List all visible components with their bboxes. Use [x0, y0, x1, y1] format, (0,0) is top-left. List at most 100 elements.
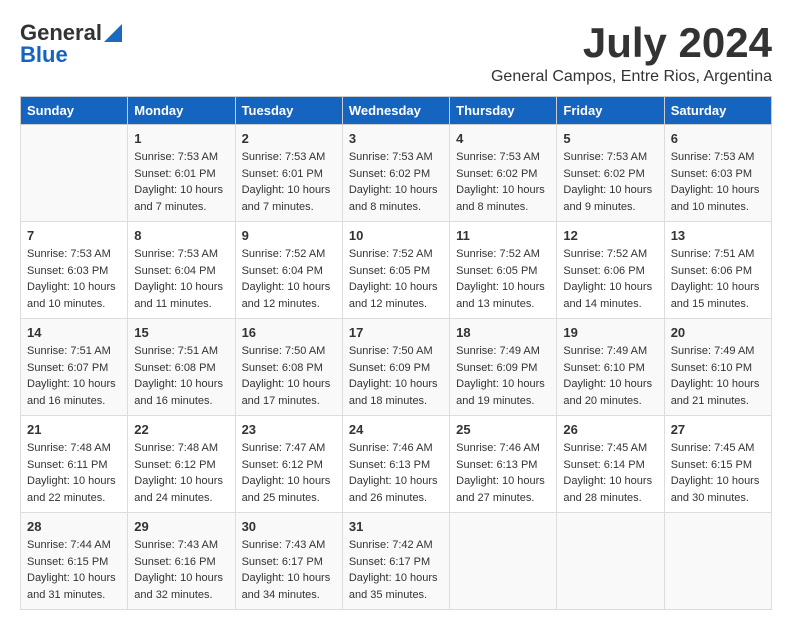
day-info: Sunrise: 7:48 AMSunset: 6:12 PMDaylight:… [134, 440, 228, 506]
day-number: 5 [563, 131, 657, 146]
day-info: Sunrise: 7:53 AMSunset: 6:03 PMDaylight:… [27, 246, 121, 312]
sunset-text: Sunset: 6:06 PM [671, 265, 752, 277]
calendar-cell: 1Sunrise: 7:53 AMSunset: 6:01 PMDaylight… [128, 125, 235, 222]
sunrise-text: Sunrise: 7:45 AM [671, 442, 755, 454]
calendar-cell: 15Sunrise: 7:51 AMSunset: 6:08 PMDayligh… [128, 319, 235, 416]
calendar-cell: 16Sunrise: 7:50 AMSunset: 6:08 PMDayligh… [235, 319, 342, 416]
sunrise-text: Sunrise: 7:51 AM [134, 345, 218, 357]
calendar-cell: 28Sunrise: 7:44 AMSunset: 6:15 PMDayligh… [21, 513, 128, 610]
daylight-text: Daylight: 10 hours and 26 minutes. [349, 475, 438, 504]
calendar-cell: 13Sunrise: 7:51 AMSunset: 6:06 PMDayligh… [664, 222, 771, 319]
day-number: 6 [671, 131, 765, 146]
day-info: Sunrise: 7:52 AMSunset: 6:05 PMDaylight:… [456, 246, 550, 312]
calendar-cell: 18Sunrise: 7:49 AMSunset: 6:09 PMDayligh… [450, 319, 557, 416]
day-info: Sunrise: 7:50 AMSunset: 6:08 PMDaylight:… [242, 343, 336, 409]
day-number: 20 [671, 325, 765, 340]
calendar-cell: 24Sunrise: 7:46 AMSunset: 6:13 PMDayligh… [342, 416, 449, 513]
calendar-cell [450, 513, 557, 610]
sunrise-text: Sunrise: 7:50 AM [349, 345, 433, 357]
daylight-text: Daylight: 10 hours and 17 minutes. [242, 378, 331, 407]
day-number: 9 [242, 228, 336, 243]
sunset-text: Sunset: 6:07 PM [27, 362, 108, 374]
location-subtitle: General Campos, Entre Rios, Argentina [491, 68, 772, 86]
day-number: 31 [349, 519, 443, 534]
sunset-text: Sunset: 6:05 PM [349, 265, 430, 277]
calendar-cell: 9Sunrise: 7:52 AMSunset: 6:04 PMDaylight… [235, 222, 342, 319]
day-number: 23 [242, 422, 336, 437]
sunrise-text: Sunrise: 7:44 AM [27, 539, 111, 551]
day-info: Sunrise: 7:53 AMSunset: 6:03 PMDaylight:… [671, 149, 765, 215]
calendar-cell: 19Sunrise: 7:49 AMSunset: 6:10 PMDayligh… [557, 319, 664, 416]
sunset-text: Sunset: 6:05 PM [456, 265, 537, 277]
month-year-title: July 2024 [491, 20, 772, 66]
sunrise-text: Sunrise: 7:49 AM [671, 345, 755, 357]
calendar-cell: 26Sunrise: 7:45 AMSunset: 6:14 PMDayligh… [557, 416, 664, 513]
daylight-text: Daylight: 10 hours and 8 minutes. [456, 184, 545, 213]
day-info: Sunrise: 7:53 AMSunset: 6:01 PMDaylight:… [242, 149, 336, 215]
page-header: General Blue July 2024 General Campos, E… [20, 20, 772, 86]
day-number: 12 [563, 228, 657, 243]
sunset-text: Sunset: 6:13 PM [456, 459, 537, 471]
sunrise-text: Sunrise: 7:42 AM [349, 539, 433, 551]
day-number: 10 [349, 228, 443, 243]
day-info: Sunrise: 7:49 AMSunset: 6:09 PMDaylight:… [456, 343, 550, 409]
sunset-text: Sunset: 6:15 PM [671, 459, 752, 471]
daylight-text: Daylight: 10 hours and 24 minutes. [134, 475, 223, 504]
sunset-text: Sunset: 6:12 PM [242, 459, 323, 471]
sunrise-text: Sunrise: 7:52 AM [349, 248, 433, 260]
daylight-text: Daylight: 10 hours and 15 minutes. [671, 281, 760, 310]
day-number: 2 [242, 131, 336, 146]
daylight-text: Daylight: 10 hours and 11 minutes. [134, 281, 223, 310]
title-block: July 2024 General Campos, Entre Rios, Ar… [491, 20, 772, 86]
day-info: Sunrise: 7:46 AMSunset: 6:13 PMDaylight:… [456, 440, 550, 506]
day-info: Sunrise: 7:46 AMSunset: 6:13 PMDaylight:… [349, 440, 443, 506]
day-number: 25 [456, 422, 550, 437]
daylight-text: Daylight: 10 hours and 7 minutes. [134, 184, 223, 213]
calendar-cell [664, 513, 771, 610]
sunset-text: Sunset: 6:01 PM [242, 168, 323, 180]
day-number: 13 [671, 228, 765, 243]
sunset-text: Sunset: 6:01 PM [134, 168, 215, 180]
daylight-text: Daylight: 10 hours and 7 minutes. [242, 184, 331, 213]
day-info: Sunrise: 7:53 AMSunset: 6:02 PMDaylight:… [456, 149, 550, 215]
day-info: Sunrise: 7:51 AMSunset: 6:08 PMDaylight:… [134, 343, 228, 409]
day-number: 11 [456, 228, 550, 243]
daylight-text: Daylight: 10 hours and 25 minutes. [242, 475, 331, 504]
sunset-text: Sunset: 6:10 PM [671, 362, 752, 374]
day-number: 3 [349, 131, 443, 146]
sunrise-text: Sunrise: 7:53 AM [563, 151, 647, 163]
header-tuesday: Tuesday [235, 97, 342, 125]
calendar-cell: 10Sunrise: 7:52 AMSunset: 6:05 PMDayligh… [342, 222, 449, 319]
sunrise-text: Sunrise: 7:45 AM [563, 442, 647, 454]
calendar-cell: 17Sunrise: 7:50 AMSunset: 6:09 PMDayligh… [342, 319, 449, 416]
day-info: Sunrise: 7:53 AMSunset: 6:02 PMDaylight:… [563, 149, 657, 215]
sunrise-text: Sunrise: 7:49 AM [563, 345, 647, 357]
day-info: Sunrise: 7:43 AMSunset: 6:17 PMDaylight:… [242, 537, 336, 603]
day-info: Sunrise: 7:45 AMSunset: 6:15 PMDaylight:… [671, 440, 765, 506]
daylight-text: Daylight: 10 hours and 8 minutes. [349, 184, 438, 213]
sunset-text: Sunset: 6:02 PM [349, 168, 430, 180]
daylight-text: Daylight: 10 hours and 34 minutes. [242, 572, 331, 601]
day-number: 17 [349, 325, 443, 340]
sunset-text: Sunset: 6:17 PM [349, 556, 430, 568]
daylight-text: Daylight: 10 hours and 28 minutes. [563, 475, 652, 504]
day-info: Sunrise: 7:53 AMSunset: 6:04 PMDaylight:… [134, 246, 228, 312]
sunset-text: Sunset: 6:04 PM [242, 265, 323, 277]
sunset-text: Sunset: 6:02 PM [563, 168, 644, 180]
day-number: 26 [563, 422, 657, 437]
calendar-week-2: 7 Sunrise: 7:53 AMSunset: 6:03 PMDaylight… [21, 222, 772, 319]
sunrise-text: Sunrise: 7:53 AM [134, 248, 218, 260]
calendar-cell: 4Sunrise: 7:53 AMSunset: 6:02 PMDaylight… [450, 125, 557, 222]
calendar-cell: 29Sunrise: 7:43 AMSunset: 6:16 PMDayligh… [128, 513, 235, 610]
calendar-cell: 23Sunrise: 7:47 AMSunset: 6:12 PMDayligh… [235, 416, 342, 513]
sunrise-text: Sunrise: 7:43 AM [242, 539, 326, 551]
logo-blue: Blue [20, 42, 68, 68]
day-number: 7 [27, 228, 121, 243]
header-thursday: Thursday [450, 97, 557, 125]
sunset-text: Sunset: 6:08 PM [134, 362, 215, 374]
sunrise-text: Sunrise: 7:46 AM [456, 442, 540, 454]
header-saturday: Saturday [664, 97, 771, 125]
daylight-text: Daylight: 10 hours and 13 minutes. [456, 281, 545, 310]
daylight-text: Daylight: 10 hours and 10 minutes. [27, 281, 116, 310]
calendar-week-4: 21Sunrise: 7:48 AMSunset: 6:11 PMDayligh… [21, 416, 772, 513]
